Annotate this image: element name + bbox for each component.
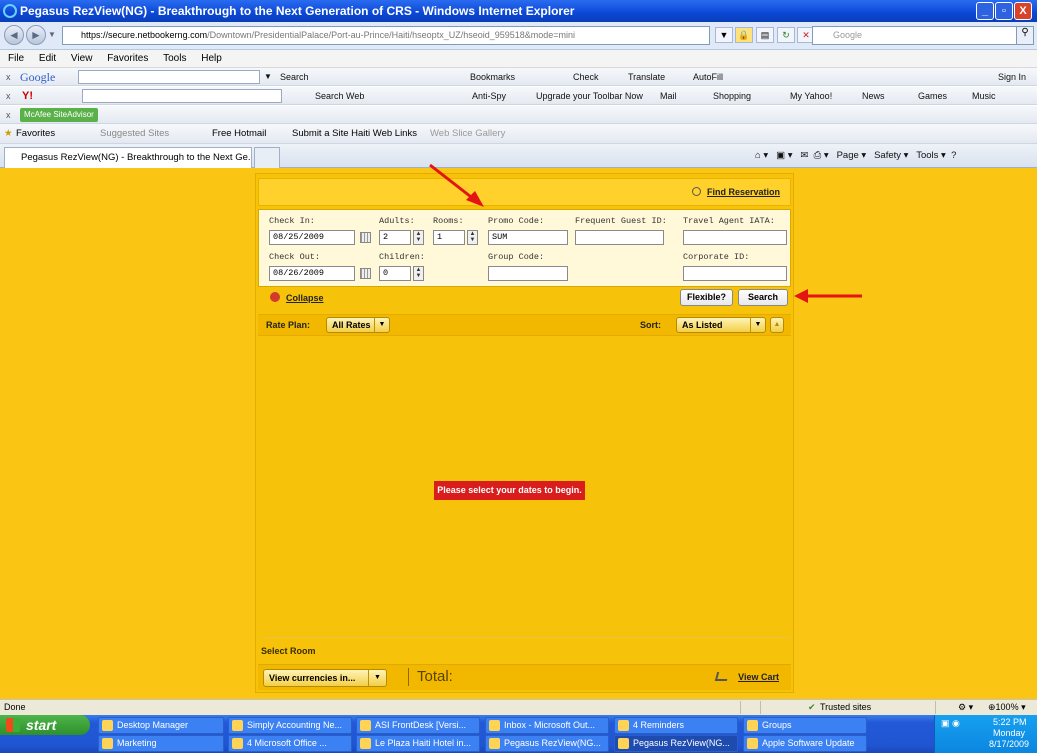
taskbar: start Desktop Manager Simply Accounting … xyxy=(0,715,1037,753)
clock-time[interactable]: 5:22 PM xyxy=(993,717,1027,727)
status-divider xyxy=(760,701,761,714)
app-icon xyxy=(618,720,629,731)
task-label: Marketing xyxy=(117,738,157,748)
task-label: Inbox - Microsoft Out... xyxy=(504,720,596,730)
ie-icon xyxy=(618,738,629,749)
screen: Pegasus RezView(NG) - Breakthrough to th… xyxy=(0,0,1037,753)
status-text: Done xyxy=(4,702,26,712)
task-apple-update[interactable]: Apple Software Update xyxy=(743,735,867,752)
task-inbox[interactable]: Inbox - Microsoft Out... xyxy=(485,717,609,734)
check-icon: ✔ xyxy=(808,702,816,712)
status-divider xyxy=(740,701,741,714)
status-divider xyxy=(935,701,936,714)
folder-icon xyxy=(747,720,758,731)
system-tray: ▣ ◉ 5:22 PM Monday 8/17/2009 xyxy=(934,715,1037,753)
task-label: Desktop Manager xyxy=(117,720,189,730)
trusted-sites-zone[interactable]: Trusted sites xyxy=(820,700,871,715)
ie-icon xyxy=(489,738,500,749)
task-asi-frontdesk[interactable]: ASI FrontDesk [Versi... xyxy=(356,717,480,734)
task-label: Le Plaza Haiti Hotel in... xyxy=(375,738,472,748)
task-groups[interactable]: Groups xyxy=(743,717,867,734)
task-le-plaza[interactable]: Le Plaza Haiti Hotel in... xyxy=(356,735,480,752)
zoom-level[interactable]: ⊕100% ▾ xyxy=(988,700,1026,715)
start-button[interactable]: start xyxy=(0,715,90,735)
arrow-to-promo-code xyxy=(429,163,476,202)
task-microsoft-office[interactable]: 4 Microsoft Office ... xyxy=(228,735,352,752)
protected-mode-icon[interactable]: ⚙ ▾ xyxy=(958,700,973,715)
start-label: start xyxy=(26,717,57,733)
task-pegasus-1[interactable]: Pegasus RezView(NG... xyxy=(485,735,609,752)
task-label: Apple Software Update xyxy=(762,738,855,748)
task-simply-accounting[interactable]: Simply Accounting Ne... xyxy=(228,717,352,734)
annotation-arrows xyxy=(429,163,862,303)
tray-icons[interactable]: ▣ ◉ xyxy=(941,718,960,729)
app-icon xyxy=(232,738,243,749)
app-icon xyxy=(360,720,371,731)
task-label: Groups xyxy=(762,720,792,730)
task-desktop-manager[interactable]: Desktop Manager xyxy=(98,717,224,734)
task-label: Simply Accounting Ne... xyxy=(247,720,343,730)
task-label: ASI FrontDesk [Versi... xyxy=(375,720,467,730)
status-bar: Done ✔ Trusted sites ⚙ ▾ ⊕100% ▾ xyxy=(0,699,1037,715)
windows-logo-icon xyxy=(6,718,20,732)
task-pegasus-2[interactable]: Pegasus RezView(NG... xyxy=(614,735,738,752)
task-label: Pegasus RezView(NG... xyxy=(633,738,730,748)
folder-icon xyxy=(102,738,113,749)
app-icon xyxy=(747,738,758,749)
arrow-head-search xyxy=(794,289,808,303)
task-label: 4 Microsoft Office ... xyxy=(247,738,327,748)
task-marketing[interactable]: Marketing xyxy=(98,735,224,752)
clock-date: 8/17/2009 xyxy=(989,739,1030,749)
zoom-value: 100% xyxy=(995,702,1019,712)
clock-day: Monday xyxy=(993,728,1026,738)
task-label: 4 Reminders xyxy=(633,720,685,730)
app-icon xyxy=(232,720,243,731)
app-icon xyxy=(489,720,500,731)
task-reminders[interactable]: 4 Reminders xyxy=(614,717,738,734)
task-label: Pegasus RezView(NG... xyxy=(504,738,601,748)
app-icon xyxy=(102,720,113,731)
ie-icon xyxy=(360,738,371,749)
